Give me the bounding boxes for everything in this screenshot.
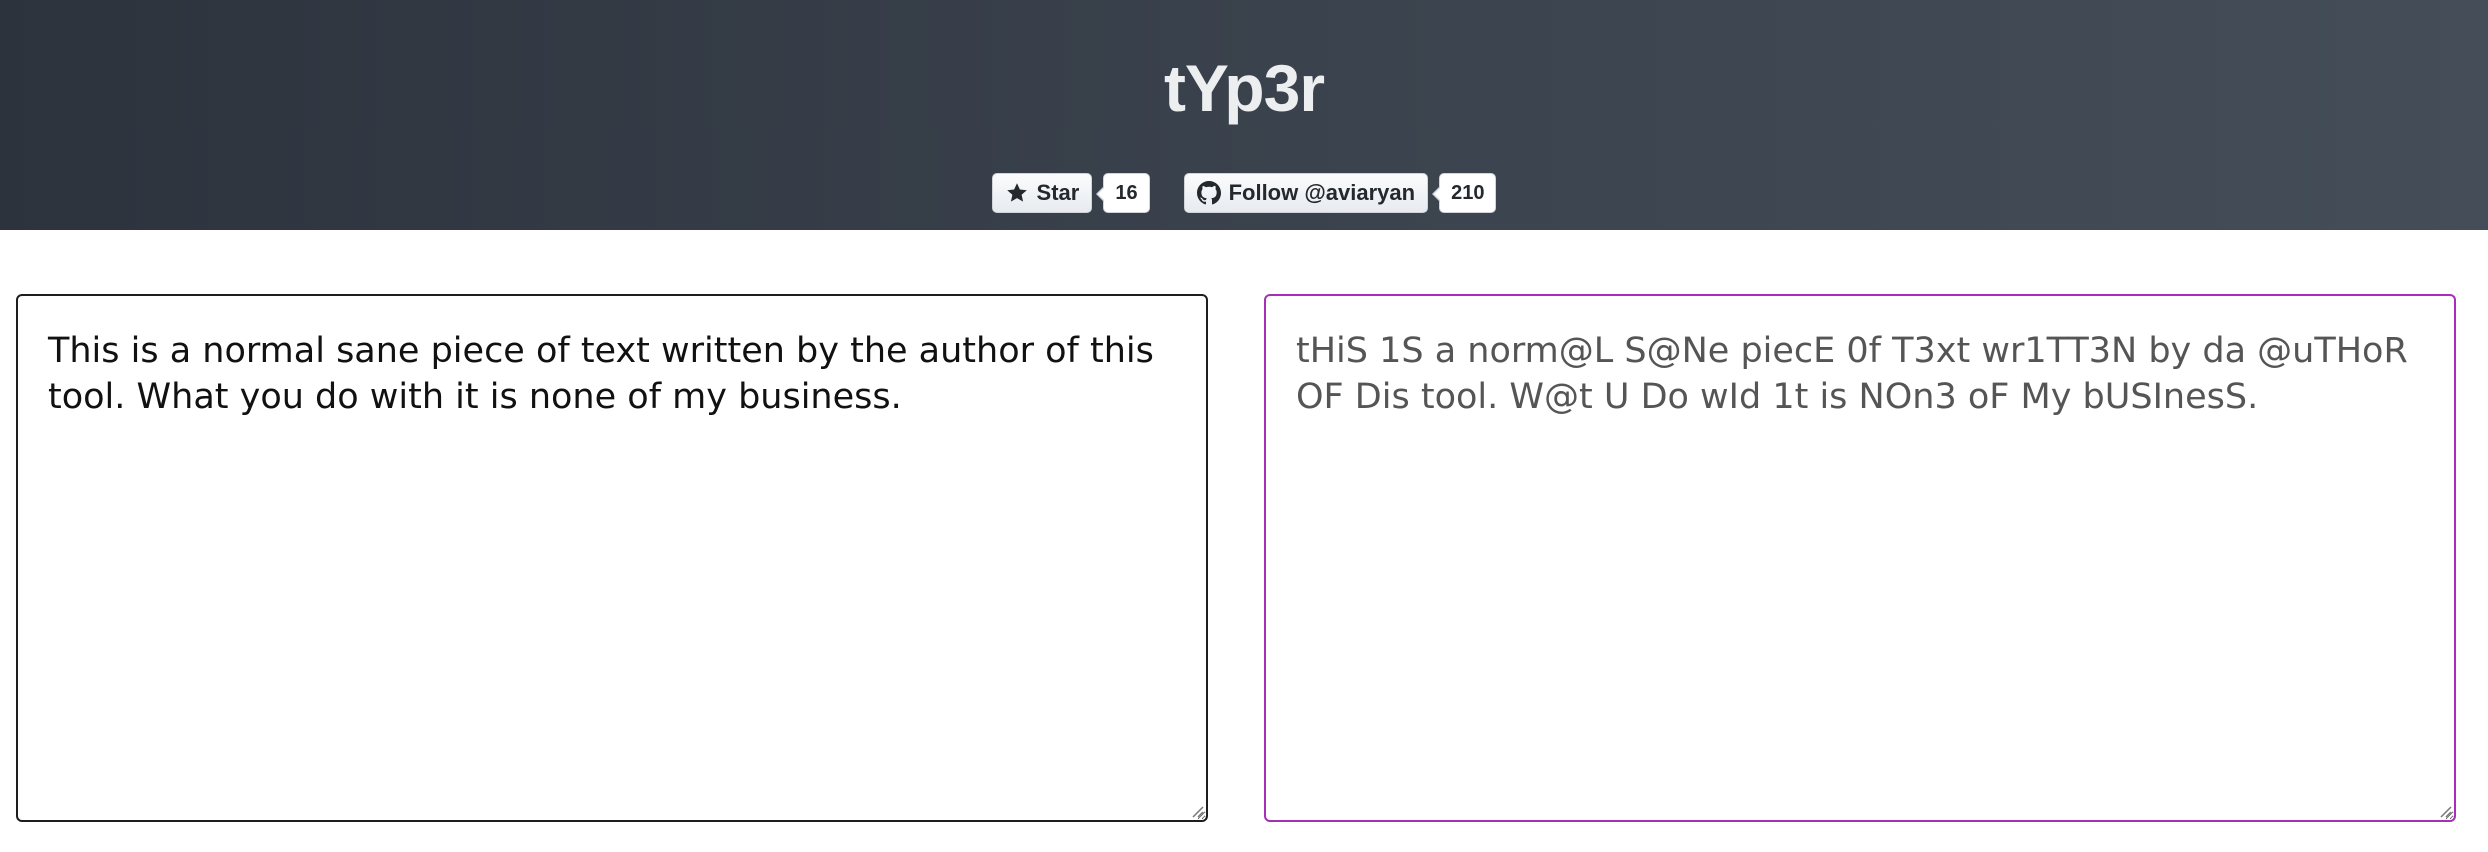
follower-count[interactable]: 210 (1432, 173, 1497, 213)
star-badge: Star 16 (991, 173, 1150, 213)
input-resize-handle[interactable] (1188, 802, 1204, 818)
follow-badge: Follow @aviaryan 210 (1183, 173, 1497, 213)
star-button[interactable]: Star (991, 173, 1093, 213)
github-icon (1196, 181, 1221, 205)
star-icon (1005, 181, 1029, 205)
follow-button-label: Follow @aviaryan (1228, 180, 1416, 205)
follow-button[interactable]: Follow @aviaryan (1183, 173, 1429, 213)
output-textarea[interactable]: tHiS 1S a norm@L S@Ne piecE 0f T3xt wr1T… (1264, 294, 2456, 822)
github-badges: Star 16 Follow @aviaryan 210 (0, 173, 2488, 213)
star-button-label: Star (1036, 180, 1080, 205)
star-count[interactable]: 16 (1096, 173, 1150, 213)
output-resize-handle[interactable] (2436, 802, 2452, 818)
app-title: tYp3r (1163, 51, 1325, 125)
header-banner: tYp3r Star 16 Follow @aviaryan 210 (0, 0, 2488, 230)
input-textarea[interactable]: This is a normal sane piece of text writ… (16, 294, 1208, 822)
